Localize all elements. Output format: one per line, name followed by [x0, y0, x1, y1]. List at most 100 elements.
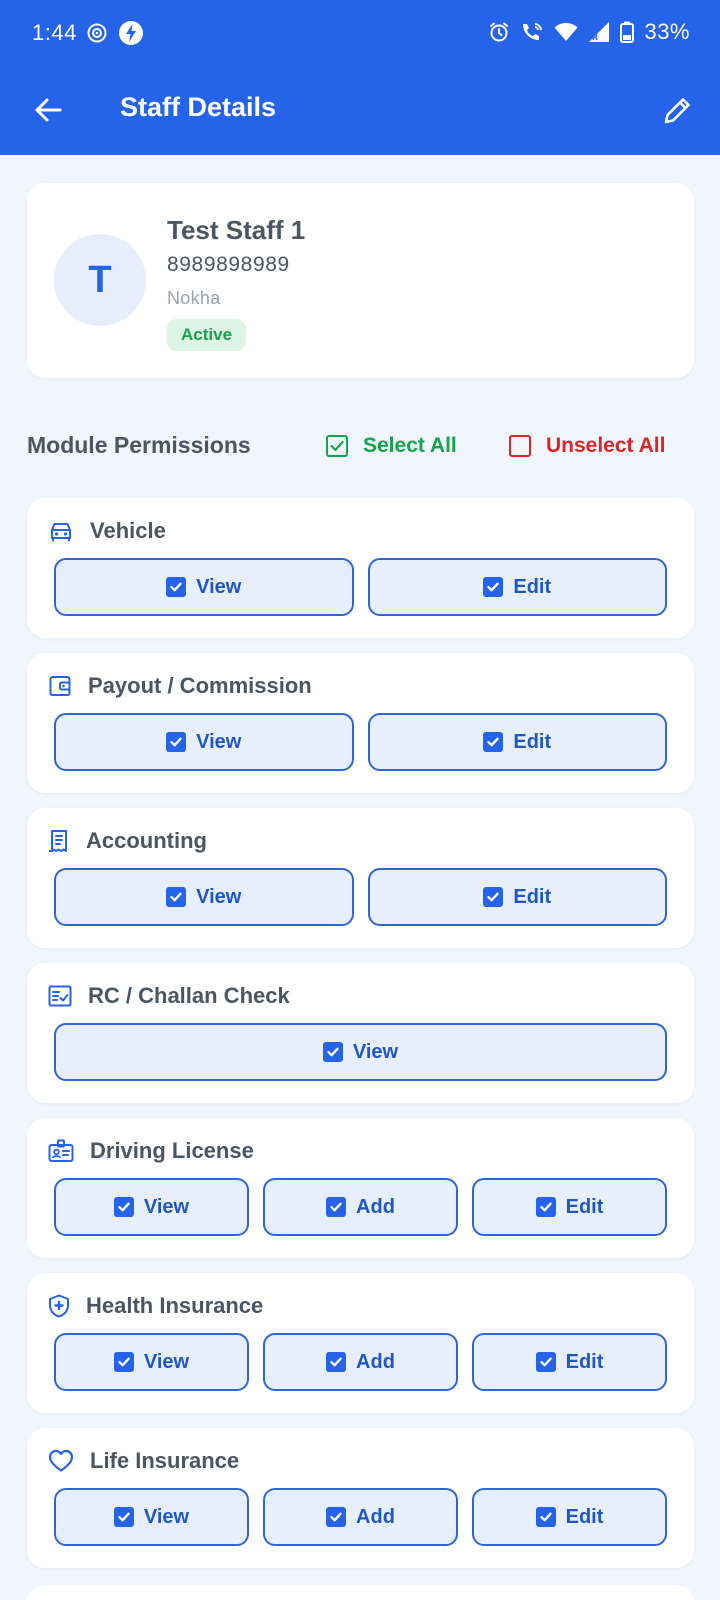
- permission-label: View: [143, 1350, 190, 1373]
- permissions-title: Module Permissions: [27, 432, 251, 458]
- wifi-call-icon: [523, 23, 543, 40]
- checklist-icon: [48, 985, 72, 1007]
- module-name: Payout / Commission: [88, 673, 312, 698]
- permission-button-row: View Edit: [54, 868, 667, 926]
- permission-label: View: [196, 885, 242, 908]
- checkbox-checked-icon: [483, 887, 504, 907]
- checkbox-checked-icon: [483, 577, 504, 597]
- module-name: Driving License: [90, 1138, 254, 1163]
- permission-button-row: View Add Edit: [54, 1178, 667, 1236]
- module-name: Accounting: [86, 828, 207, 853]
- permission-toggle-edit[interactable]: Edit: [472, 1488, 667, 1546]
- staff-name: Test Staff 1: [167, 215, 306, 245]
- wifi-icon: [554, 23, 578, 41]
- permission-label: Edit: [513, 885, 552, 908]
- status-time: 1:44: [32, 20, 77, 45]
- checkbox-checked-icon: [113, 1352, 134, 1372]
- permission-toggle-view[interactable]: View: [54, 558, 354, 616]
- permission-label: View: [352, 1040, 399, 1063]
- permission-label: Add: [356, 1195, 395, 1218]
- permission-toggle-add[interactable]: Add: [263, 1178, 458, 1236]
- permission-toggle-edit[interactable]: Edit: [367, 868, 667, 926]
- module-name: RC / Challan Check: [88, 983, 290, 1008]
- checkbox-checked-icon: [326, 1352, 347, 1372]
- checkbox-checked-icon: [326, 1197, 347, 1217]
- checkbox-checked-icon: [166, 732, 187, 752]
- permission-toggle-view[interactable]: View: [54, 713, 354, 771]
- module-header: Vehicle: [48, 516, 166, 546]
- alarm-icon: [490, 22, 509, 42]
- permission-toggle-edit[interactable]: Edit: [472, 1333, 667, 1391]
- permission-toggle-view[interactable]: View: [54, 868, 354, 926]
- checkbox-checked-icon: [166, 887, 187, 907]
- permission-toggle-edit[interactable]: Edit: [367, 713, 667, 771]
- unselect-all-label: Unselect All: [546, 434, 666, 457]
- permission-label: Edit: [565, 1505, 604, 1528]
- flash-icon: [119, 21, 143, 45]
- profile-card: T Test Staff 1 8989898989 Nokha Active: [27, 183, 694, 378]
- permission-label: View: [143, 1505, 190, 1528]
- permission-button-row: View Add Edit: [54, 1333, 667, 1391]
- module-card: Health Insurance View Add Edit: [27, 1273, 694, 1413]
- permission-button-row: View Add Edit: [54, 1488, 667, 1546]
- module-card: Life Insurance View Add Edit: [27, 1428, 694, 1568]
- permission-toggle-add[interactable]: Add: [263, 1333, 458, 1391]
- checkbox-checked-icon: [483, 732, 504, 752]
- module-card: Vehicle View Edit: [27, 498, 694, 638]
- module-name: Health Insurance: [86, 1293, 264, 1318]
- status-bar: 1:44 R 33%: [0, 0, 720, 64]
- permission-label: Edit: [565, 1350, 604, 1373]
- permission-label: View: [196, 575, 242, 598]
- permission-toggle-view[interactable]: View: [54, 1178, 249, 1236]
- receipt-icon: [48, 829, 70, 853]
- permission-label: Edit: [565, 1195, 604, 1218]
- back-button[interactable]: [26, 88, 70, 132]
- checkbox-checked-icon: [535, 1507, 556, 1527]
- checkbox-checked-icon: [326, 1507, 347, 1527]
- module-name: Vehicle: [90, 518, 166, 543]
- permission-toggle-view[interactable]: View: [54, 1023, 667, 1081]
- avatar: T: [54, 234, 146, 326]
- module-header: Health Insurance: [48, 1291, 263, 1321]
- permission-label: Add: [356, 1350, 395, 1373]
- permission-toggle-view[interactable]: View: [54, 1333, 249, 1391]
- module-card: Payout / Commission View Edit: [27, 653, 694, 793]
- unselect-all-button[interactable]: Unselect All: [508, 428, 665, 464]
- page-title: Staff Details: [120, 92, 277, 122]
- arrow-left-icon: [35, 98, 62, 122]
- status-badge: Active: [167, 319, 247, 351]
- checkbox-checked-icon: [535, 1352, 556, 1372]
- permission-toggle-edit[interactable]: Edit: [472, 1178, 667, 1236]
- permission-label: Edit: [513, 575, 552, 598]
- module-name: Life Insurance: [90, 1448, 240, 1473]
- battery-icon: [620, 21, 635, 43]
- permission-button-row: View Edit: [54, 558, 667, 616]
- shield-plus-icon: [48, 1294, 70, 1318]
- checkbox-checked-icon: [166, 577, 187, 597]
- permission-toggle-edit[interactable]: Edit: [367, 558, 667, 616]
- permission-toggle-view[interactable]: View: [54, 1488, 249, 1546]
- app-bar: 1:44 R 33% Staff Details: [0, 0, 720, 155]
- select-all-label: Select All: [363, 434, 457, 457]
- permissions-header: Module Permissions Select All Unselect A…: [27, 428, 694, 464]
- checkbox-empty-icon: [509, 435, 531, 457]
- module-card: Accounting View Edit: [27, 808, 694, 948]
- battery-level: 33%: [644, 19, 690, 44]
- module-header: Life Insurance: [48, 1446, 239, 1476]
- checkbox-checked-icon: [326, 435, 348, 457]
- permission-label: View: [143, 1195, 190, 1218]
- module-header: Payout / Commission: [48, 671, 312, 701]
- checkbox-checked-icon: [113, 1197, 134, 1217]
- id-badge-icon: [48, 1139, 74, 1163]
- permission-toggle-add[interactable]: Add: [263, 1488, 458, 1546]
- select-all-button[interactable]: Select All: [325, 428, 457, 464]
- car-icon: [48, 520, 74, 542]
- edit-button[interactable]: [656, 88, 700, 132]
- module-header: Accounting: [48, 826, 207, 856]
- checkbox-checked-icon: [535, 1197, 556, 1217]
- signal-icon: R: [589, 22, 610, 42]
- svg-text:R: R: [592, 33, 598, 42]
- checkbox-checked-icon: [113, 1507, 134, 1527]
- staff-location: Nokha: [167, 288, 221, 308]
- permission-label: Add: [356, 1505, 395, 1528]
